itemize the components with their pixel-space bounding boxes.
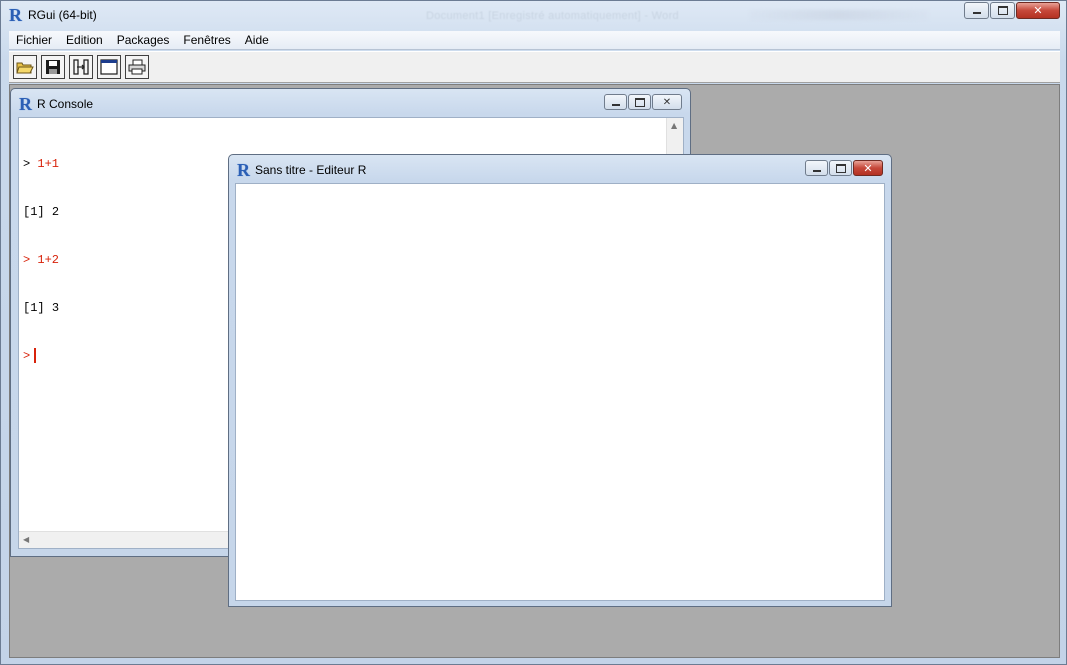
console-icon (100, 59, 118, 75)
save-button[interactable] (41, 55, 65, 79)
minimize-icon (972, 12, 981, 14)
maximize-icon (634, 97, 645, 107)
console-output-index: [1] (23, 301, 45, 315)
editor-caption-buttons: ✕ (804, 160, 883, 176)
print-icon (128, 59, 146, 75)
console-title-bar: R R Console (19, 93, 93, 115)
console-prompt: > (23, 157, 31, 171)
menu-fenetres[interactable]: Fenêtres (176, 33, 237, 47)
editor-maximize-button[interactable] (829, 160, 852, 176)
main-caption-buttons: ✕ (963, 2, 1060, 19)
main-window-title: RGui (64-bit) (28, 8, 97, 22)
maximize-icon (997, 6, 1008, 15)
console-prompt: > (23, 253, 31, 267)
scroll-left-icon[interactable]: ◀ (23, 535, 29, 544)
rgui-main-window: R RGui (64-bit) Document1 [Enregistré au… (0, 0, 1067, 665)
console-maximize-button[interactable] (628, 94, 651, 110)
copy-paste-button[interactable] (69, 55, 93, 79)
mdi-client-area: R R Console ✕ > 1+1 [1] 2 > 1+2 [1] 3 > … (9, 84, 1060, 658)
console-output-text: 3 (51, 301, 60, 315)
editor-close-button[interactable]: ✕ (853, 160, 883, 176)
r-logo-icon: R (19, 94, 32, 114)
minimize-icon (611, 103, 620, 106)
close-icon: ✕ (863, 161, 873, 175)
print-button[interactable] (125, 55, 149, 79)
toolbar (9, 51, 1060, 83)
text-cursor (34, 348, 37, 363)
main-title-bar: R RGui (64-bit) (9, 5, 97, 25)
r-editor-window: R Sans titre - Editeur R ✕ (228, 154, 892, 607)
editor-minimize-button[interactable] (805, 160, 828, 176)
editor-title-bar: R Sans titre - Editeur R (237, 159, 366, 181)
console-input-text: 1+2 (37, 253, 60, 267)
open-script-icon (16, 62, 34, 74)
close-icon: ✕ (1033, 4, 1043, 17)
menu-bar: Fichier Edition Packages Fenêtres Aide (9, 31, 1060, 50)
console-line: [1] 3 (23, 300, 95, 316)
close-button[interactable]: ✕ (1016, 2, 1060, 19)
copy-paste-icon (73, 59, 89, 75)
menu-aide[interactable]: Aide (238, 33, 276, 47)
editor-text-area[interactable] (235, 183, 885, 601)
minimize-icon (812, 169, 821, 172)
console-output: > 1+1 [1] 2 > 1+2 [1] 3 > (23, 124, 95, 396)
console-output-index: [1] (23, 205, 45, 219)
console-prompt: > (23, 349, 31, 363)
minimize-button[interactable] (964, 2, 989, 19)
r-logo-icon: R (237, 160, 250, 180)
console-line: > 1+2 (23, 252, 95, 268)
console-input-text: 1+1 (37, 157, 60, 171)
r-logo-icon: R (9, 5, 22, 25)
maximize-icon (835, 163, 846, 173)
menu-packages[interactable]: Packages (110, 33, 177, 47)
save-icon (46, 60, 60, 74)
background-blur (749, 10, 929, 20)
console-line: [1] 2 (23, 204, 95, 220)
console-title: R Console (37, 97, 94, 111)
console-line: > 1+1 (23, 156, 95, 172)
menu-fichier[interactable]: Fichier (9, 33, 59, 47)
console-minimize-button[interactable] (604, 94, 627, 110)
console-line: > (23, 348, 95, 364)
console-button[interactable] (97, 55, 121, 79)
maximize-button[interactable] (990, 2, 1015, 19)
editor-title: Sans titre - Editeur R (255, 163, 367, 177)
background-window-title: Document1 [Enregistré automatiquement] -… (426, 10, 679, 22)
scroll-up-icon[interactable]: ▲ (671, 121, 677, 130)
menu-edition[interactable]: Edition (59, 33, 110, 47)
console-caption-buttons: ✕ (603, 94, 682, 110)
open-script-button[interactable] (13, 55, 37, 79)
console-close-button[interactable]: ✕ (652, 94, 682, 110)
close-icon: ✕ (662, 96, 672, 108)
console-output-text: 2 (51, 205, 60, 219)
